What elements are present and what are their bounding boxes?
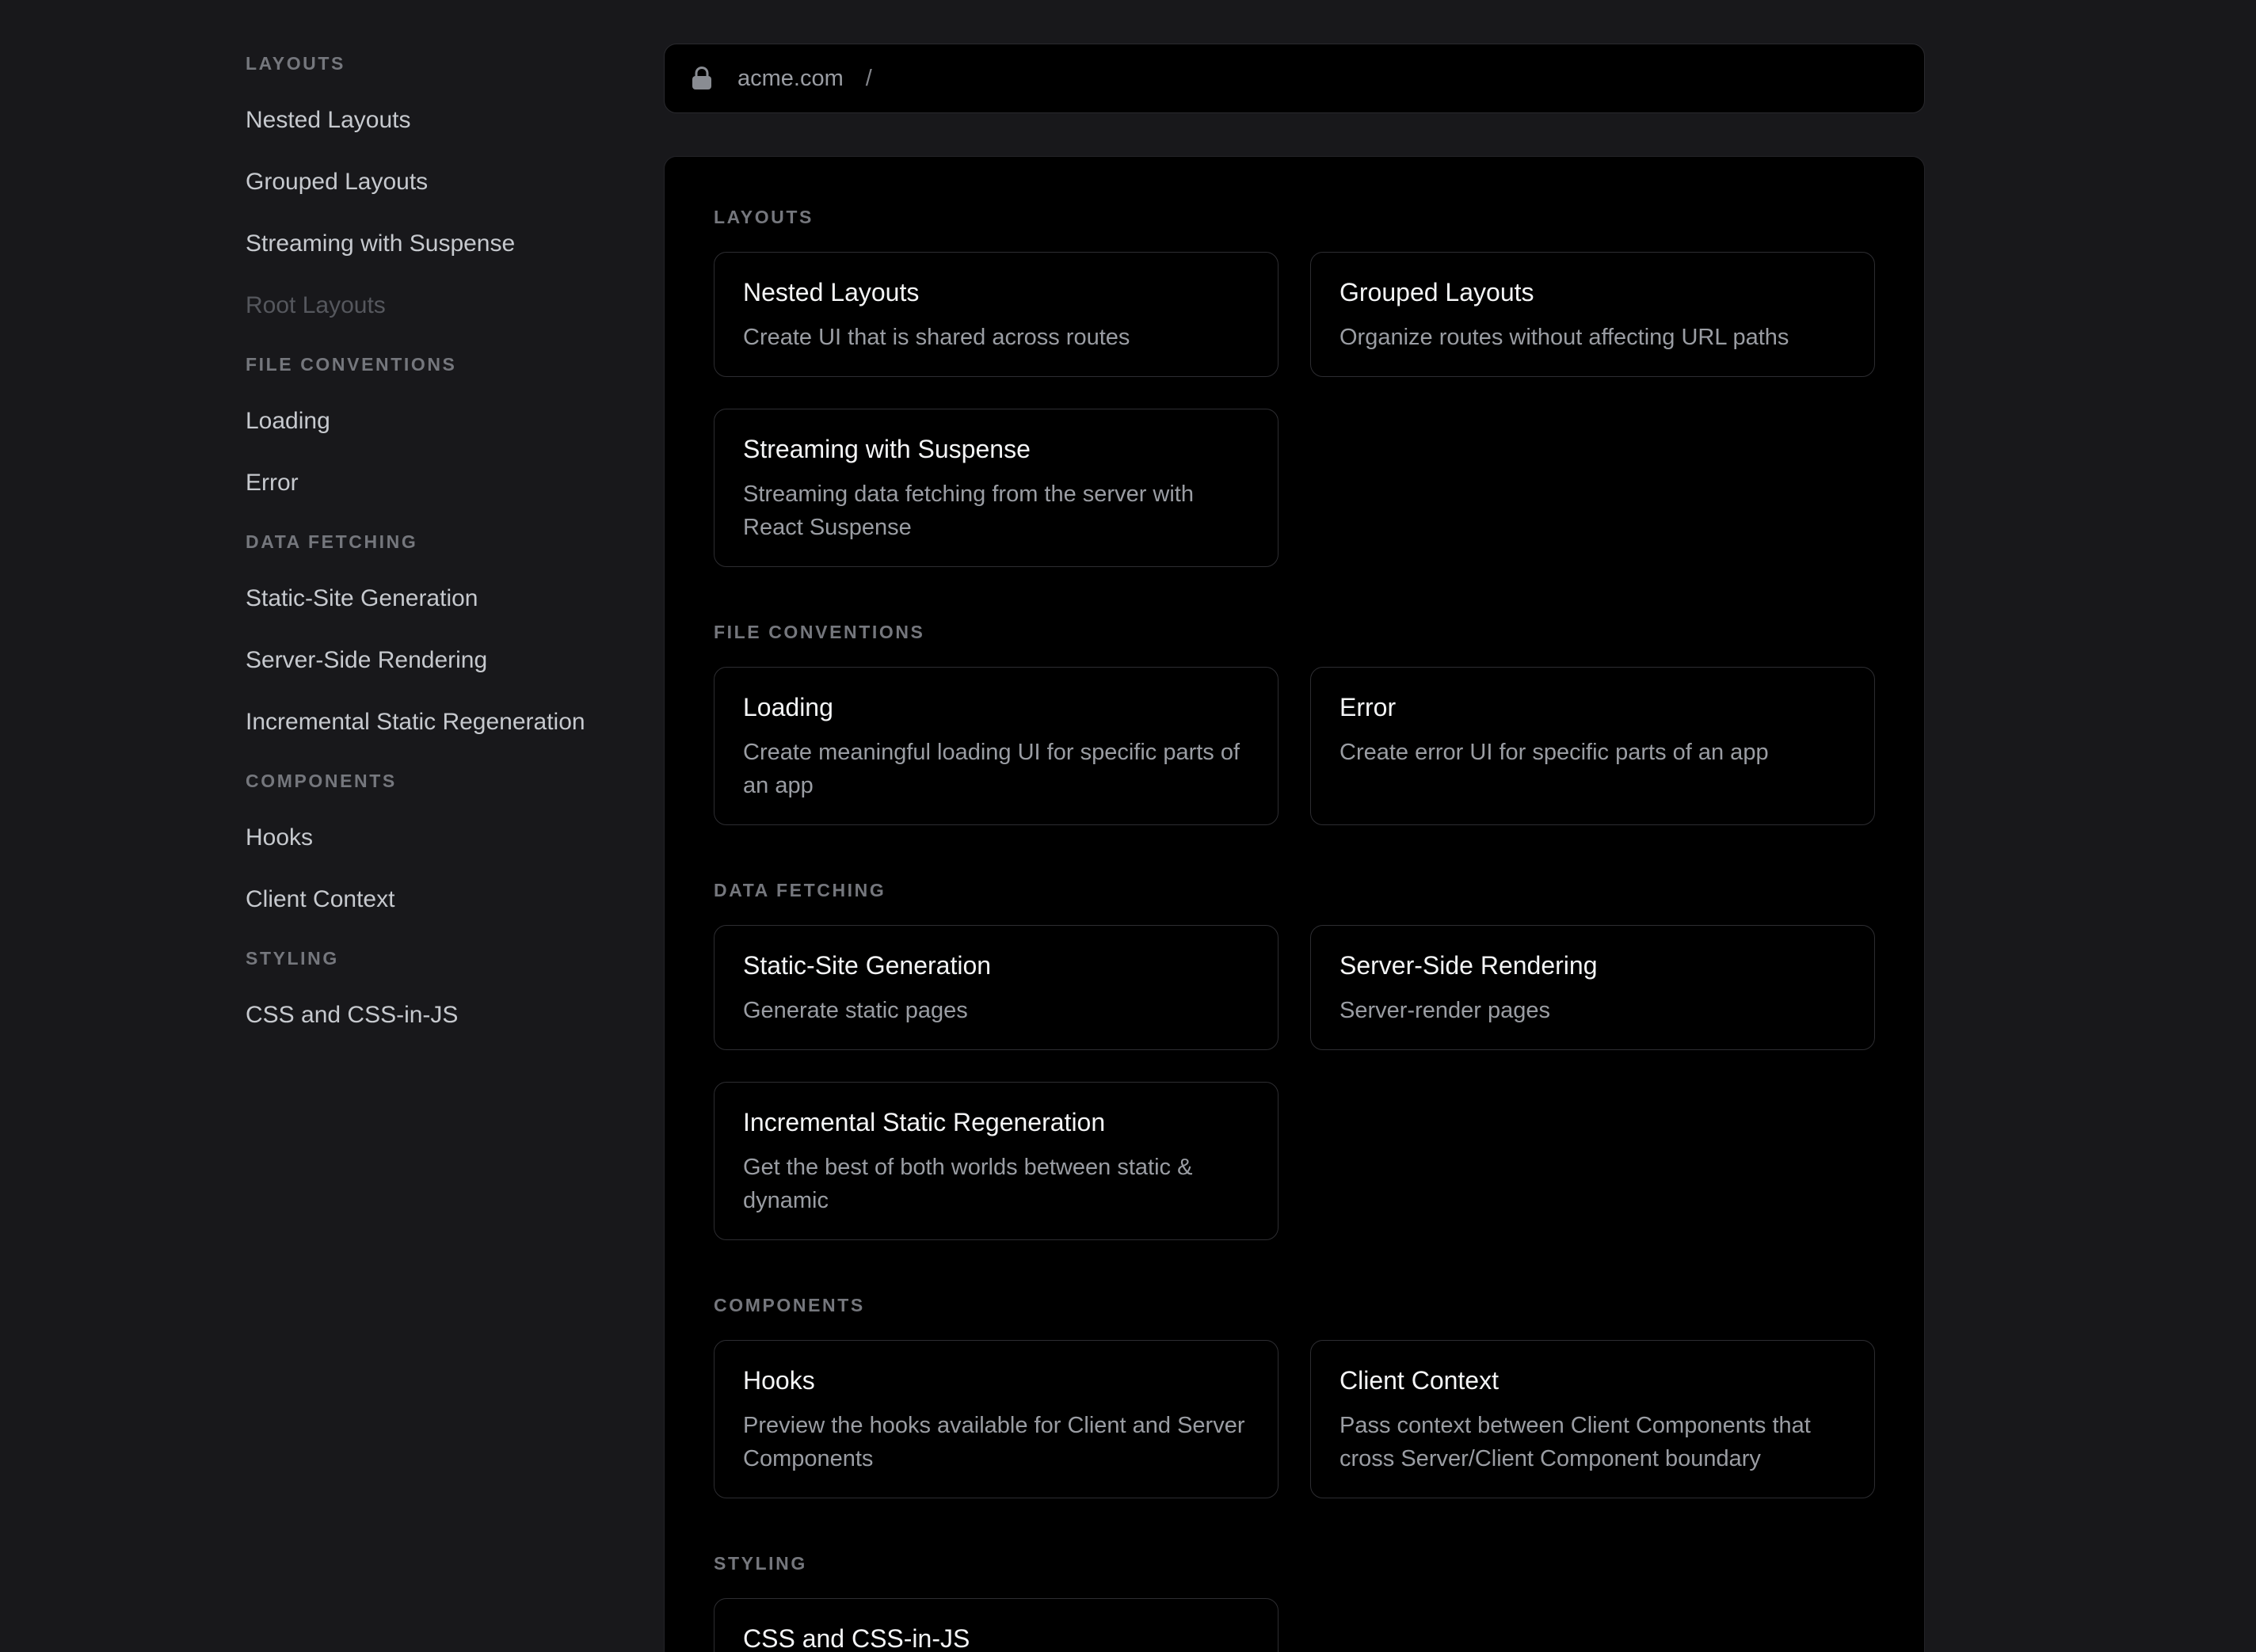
card-description: Preview the hooks available for Client a… [743,1409,1249,1475]
card-grid-data-fetching: Static-Site Generation Generate static p… [714,925,1875,1240]
card-description: Generate static pages [743,994,1249,1027]
sidebar-section-file-conventions: File Conventions Loading Error [246,353,632,497]
card-incremental-static-regeneration[interactable]: Incremental Static Regeneration Get the … [714,1082,1279,1240]
card-title: Streaming with Suspense [743,433,1249,465]
card-title: Grouped Layouts [1340,276,1846,308]
card-title: Loading [743,691,1249,723]
sidebar-item-grouped-layouts[interactable]: Grouped Layouts [246,168,632,196]
card-grid-layouts: Nested Layouts Create UI that is shared … [714,252,1875,567]
card-grouped-layouts[interactable]: Grouped Layouts Organize routes without … [1310,252,1875,377]
sidebar-item-error[interactable]: Error [246,469,632,497]
sidebar-item-css-and-css-in-js[interactable]: CSS and CSS-in-JS [246,1001,632,1030]
sidebar-item-server-side-rendering[interactable]: Server-Side Rendering [246,646,632,675]
panel-section-styling: Styling CSS and CSS-in-JS Preview the su… [714,1552,1875,1652]
lock-icon [692,67,712,90]
sidebar-heading-data-fetching: Data Fetching [246,531,632,553]
card-grid-file-conventions: Loading Create meaningful loading UI for… [714,667,1875,825]
card-title: Nested Layouts [743,276,1249,308]
card-error[interactable]: Error Create error UI for specific parts… [1310,667,1875,825]
card-title: CSS and CSS-in-JS [743,1623,1249,1652]
url-path: / [866,66,872,92]
panel-heading-layouts: Layouts [714,206,1875,228]
sidebar-item-static-site-generation[interactable]: Static-Site Generation [246,584,632,613]
card-description: Streaming data fetching from the server … [743,478,1249,544]
demo-panel: Layouts Nested Layouts Create UI that is… [664,156,1925,1652]
card-title: Hooks [743,1365,1249,1396]
card-title: Client Context [1340,1365,1846,1396]
panel-section-data-fetching: Data Fetching Static-Site Generation Gen… [714,879,1875,1240]
sidebar-item-root-layouts: Root Layouts [246,291,632,320]
card-description: Create UI that is shared across routes [743,321,1249,354]
sidebar-item-streaming-with-suspense[interactable]: Streaming with Suspense [246,230,632,258]
sidebar-heading-styling: Styling [246,947,632,969]
panel-heading-components: Components [714,1294,1875,1316]
sidebar: Layouts Nested Layouts Grouped Layouts S… [0,0,664,1652]
card-title: Static-Site Generation [743,950,1249,981]
card-title: Server-Side Rendering [1340,950,1846,981]
card-description: Pass context between Client Components t… [1340,1409,1846,1475]
card-title: Incremental Static Regeneration [743,1106,1249,1138]
sidebar-item-incremental-static-regeneration[interactable]: Incremental Static Regeneration [246,708,632,737]
sidebar-section-styling: Styling CSS and CSS-in-JS [246,947,632,1030]
panel-heading-data-fetching: Data Fetching [714,879,1875,901]
address-bar[interactable]: acme.com / [664,44,1925,113]
card-description: Create meaningful loading UI for specifi… [743,736,1249,802]
sidebar-item-nested-layouts[interactable]: Nested Layouts [246,106,632,135]
card-description: Get the best of both worlds between stat… [743,1151,1249,1217]
url-host: acme.com [737,66,844,92]
panel-section-components: Components Hooks Preview the hooks avail… [714,1294,1875,1498]
card-nested-layouts[interactable]: Nested Layouts Create UI that is shared … [714,252,1279,377]
sidebar-item-loading[interactable]: Loading [246,407,632,436]
card-hooks[interactable]: Hooks Preview the hooks available for Cl… [714,1340,1279,1498]
main-content: acme.com / Layouts Nested Layouts Create… [664,0,1925,1652]
sidebar-item-hooks[interactable]: Hooks [246,824,632,852]
card-streaming-with-suspense[interactable]: Streaming with Suspense Streaming data f… [714,409,1279,567]
card-description: Server-render pages [1340,994,1846,1027]
card-grid-styling: CSS and CSS-in-JS Preview the supported … [714,1598,1875,1652]
sidebar-section-layouts: Layouts Nested Layouts Grouped Layouts S… [246,52,632,320]
sidebar-heading-components: Components [246,770,632,792]
card-loading[interactable]: Loading Create meaningful loading UI for… [714,667,1279,825]
card-description: Organize routes without affecting URL pa… [1340,321,1846,354]
sidebar-item-client-context[interactable]: Client Context [246,885,632,914]
card-title: Error [1340,691,1846,723]
panel-heading-styling: Styling [714,1552,1875,1574]
sidebar-heading-layouts: Layouts [246,52,632,74]
card-client-context[interactable]: Client Context Pass context between Clie… [1310,1340,1875,1498]
sidebar-section-data-fetching: Data Fetching Static-Site Generation Ser… [246,531,632,737]
sidebar-heading-file-conventions: File Conventions [246,353,632,375]
card-static-site-generation[interactable]: Static-Site Generation Generate static p… [714,925,1279,1050]
panel-heading-file-conventions: File Conventions [714,621,1875,643]
panel-section-layouts: Layouts Nested Layouts Create UI that is… [714,206,1875,567]
card-css-and-css-in-js[interactable]: CSS and CSS-in-JS Preview the supported … [714,1598,1279,1652]
card-grid-components: Hooks Preview the hooks available for Cl… [714,1340,1875,1498]
card-description: Create error UI for specific parts of an… [1340,736,1846,769]
sidebar-section-components: Components Hooks Client Context [246,770,632,914]
app-root: Layouts Nested Layouts Grouped Layouts S… [0,0,2256,1652]
card-server-side-rendering[interactable]: Server-Side Rendering Server-render page… [1310,925,1875,1050]
panel-section-file-conventions: File Conventions Loading Create meaningf… [714,621,1875,825]
